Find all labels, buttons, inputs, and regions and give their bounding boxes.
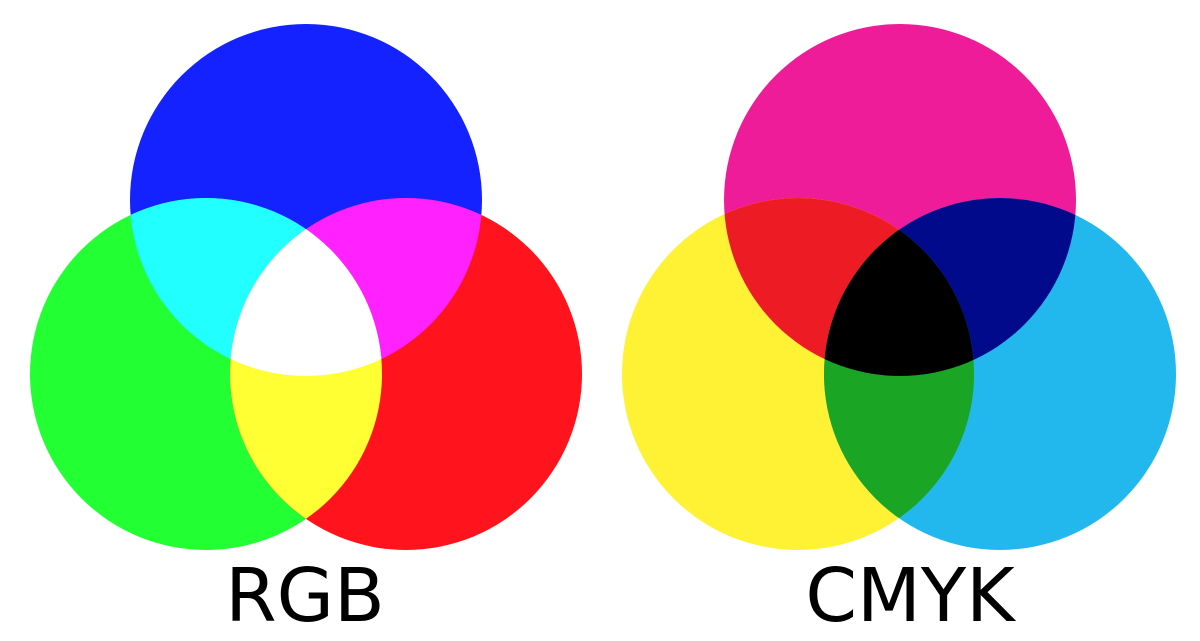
cmyk-diagram bbox=[622, 24, 1176, 550]
cmyk-label: CMYK bbox=[805, 553, 1015, 639]
rgb-diagram bbox=[30, 24, 582, 550]
rgb-label: RGB bbox=[225, 553, 385, 639]
color-model-diagram bbox=[30, 24, 1176, 550]
